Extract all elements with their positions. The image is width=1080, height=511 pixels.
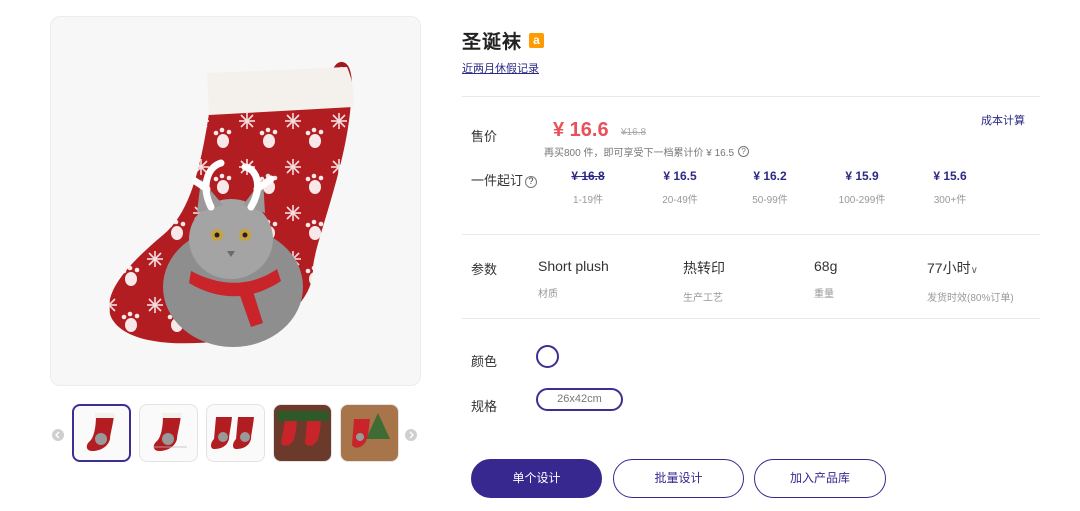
param-shipping-time[interactable]: 77小时∨ 发货时效(80%订单) bbox=[927, 258, 1014, 304]
thumb-stocking-pair[interactable] bbox=[206, 404, 265, 462]
moq-label-text: 一件起订 bbox=[471, 173, 524, 188]
stocking-scene-icon bbox=[276, 411, 329, 446]
price-tier: ¥ 15.9 100-299件 bbox=[830, 169, 894, 206]
param-value: 热转印 bbox=[683, 260, 725, 276]
divider bbox=[462, 96, 1040, 97]
tier-promo-note: 再买800 件，即可享受下一档累计价 ¥ 16.5 ? bbox=[544, 144, 750, 159]
add-to-library-button[interactable]: 加入产品库 bbox=[754, 459, 886, 498]
param-key: 重量 bbox=[814, 289, 834, 300]
tier-price: ¥ 15.6 bbox=[933, 169, 967, 183]
price-label: 售价 bbox=[471, 129, 498, 144]
param-key: 材质 bbox=[538, 289, 558, 300]
thumb-stocking-front[interactable] bbox=[72, 404, 131, 462]
tier-price: ¥ 16.5 bbox=[663, 169, 697, 183]
holiday-record-link[interactable]: 近两月休假记录 bbox=[462, 60, 539, 76]
chevron-right-icon bbox=[409, 431, 414, 439]
thumb-stocking-scene[interactable] bbox=[273, 404, 332, 462]
thumbnail-strip bbox=[72, 404, 399, 462]
main-product-image[interactable] bbox=[50, 16, 421, 386]
cost-calculation-link[interactable]: 成本计算 bbox=[981, 112, 1025, 128]
moq-label: 一件起订? bbox=[471, 170, 538, 189]
price-tier: ¥ 16.8 1-19件 bbox=[558, 169, 618, 206]
tier-range: 20-49件 bbox=[662, 195, 698, 206]
param-weight: 68g 重量 bbox=[814, 258, 837, 300]
price-tier: ¥ 15.6 300+件 bbox=[922, 169, 978, 206]
tier-range: 1-19件 bbox=[572, 195, 603, 206]
param-key: 生产工艺 bbox=[683, 293, 723, 304]
params-label: 参数 bbox=[471, 262, 498, 277]
param-process: 热转印 生产工艺 bbox=[683, 258, 725, 304]
thumb-prev-button[interactable] bbox=[52, 429, 64, 441]
chevron-left-icon bbox=[55, 431, 60, 439]
help-icon[interactable]: ? bbox=[738, 146, 750, 157]
stocking-pair-icon bbox=[210, 417, 254, 449]
spec-option[interactable]: 26x42cm bbox=[536, 388, 623, 411]
help-icon[interactable]: ? bbox=[525, 175, 538, 188]
stocking-thumb-icon bbox=[86, 413, 115, 451]
tier-range: 100-299件 bbox=[838, 195, 886, 206]
spec-label: 规格 bbox=[471, 399, 498, 414]
param-value: 77小时∨ bbox=[927, 258, 1014, 278]
divider bbox=[462, 318, 1040, 319]
shipping-time-value: 77小时 bbox=[927, 260, 971, 276]
title-row: 圣诞袜 a bbox=[462, 27, 545, 54]
param-material: Short plush 材质 bbox=[538, 258, 609, 300]
product-title: 圣诞袜 bbox=[462, 32, 523, 53]
param-value: 68g bbox=[814, 258, 838, 274]
color-swatch[interactable] bbox=[536, 345, 559, 368]
color-label: 颜色 bbox=[471, 354, 498, 369]
param-key: 发货时效(80%订单) bbox=[927, 293, 1014, 304]
christmas-stocking-image bbox=[109, 61, 354, 347]
price-tier: ¥ 16.5 20-49件 bbox=[650, 169, 710, 206]
single-design-button[interactable]: 单个设计 bbox=[471, 459, 602, 498]
chevron-down-icon[interactable]: ∨ bbox=[971, 265, 978, 276]
thumb-stocking-tree[interactable] bbox=[340, 404, 399, 462]
stocking-thumb-icon bbox=[152, 413, 187, 451]
tier-price: ¥ 16.8 bbox=[571, 169, 605, 183]
thumb-next-button[interactable] bbox=[405, 429, 417, 441]
stocking-tree-icon bbox=[351, 413, 390, 448]
current-price: ¥ 16.6 bbox=[553, 119, 609, 141]
price-tier: ¥ 16.2 50-99件 bbox=[740, 169, 800, 206]
divider bbox=[462, 234, 1040, 235]
tier-price: ¥ 15.9 bbox=[845, 169, 879, 183]
tier-range: 50-99件 bbox=[752, 195, 788, 206]
amazon-icon: a bbox=[529, 33, 545, 48]
tier-range: 300+件 bbox=[933, 195, 967, 206]
original-price: ¥16.8 bbox=[621, 127, 647, 138]
param-value: Short plush bbox=[538, 258, 609, 274]
tier-price: ¥ 16.2 bbox=[753, 169, 787, 183]
batch-design-button[interactable]: 批量设计 bbox=[613, 459, 744, 498]
promo-text: 再买800 件，即可享受下一档累计价 ¥ 16.5 bbox=[544, 148, 735, 159]
thumb-stocking-tag[interactable] bbox=[139, 404, 198, 462]
